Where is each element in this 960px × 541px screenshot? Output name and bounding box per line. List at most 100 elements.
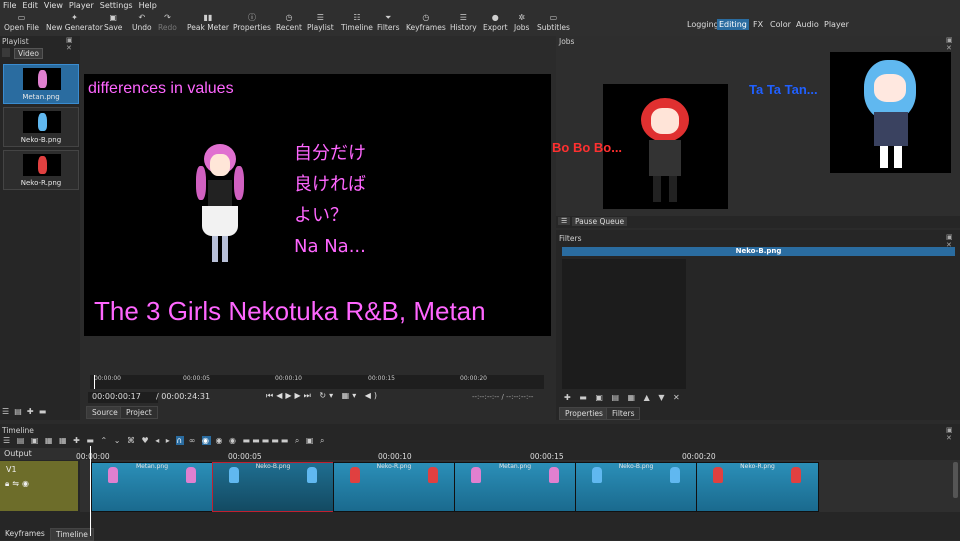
thumbnail (23, 154, 61, 176)
track-name: V1 (6, 465, 17, 474)
timeline-clip[interactable]: Metan.png (91, 462, 213, 512)
dock-buttons[interactable]: ▣ ✕ (946, 426, 960, 442)
jobs-menu-icon[interactable]: ☰ (558, 217, 571, 225)
save-icon: ▣ (109, 13, 117, 22)
subtitles-button[interactable]: ▭ Subtitles (537, 13, 570, 32)
bubble-left-text: Bo Bo Bo... (552, 140, 623, 155)
playlist-item-name: Neko-B.png (20, 136, 62, 144)
jp-line: Na Na... (294, 236, 366, 257)
menu-edit[interactable]: Edit (19, 0, 41, 11)
toolbar-label: Playlist (307, 23, 334, 32)
toolbar-label: Recent (276, 23, 302, 32)
dock-buttons[interactable]: ▣ ✕ (66, 36, 80, 52)
ruler-label: 00:00:00 (94, 375, 121, 382)
properties-button[interactable]: ⓘ Properties (233, 13, 271, 32)
workspace-player[interactable]: Player (822, 19, 851, 30)
tab-source[interactable]: Source (86, 406, 124, 419)
jp-line: 自分だけ (294, 143, 366, 164)
playlist-item[interactable]: Neko-R.png (3, 150, 79, 190)
subtitles-icon: ▭ (549, 13, 558, 22)
playlist-button[interactable]: ☰ Playlist (307, 13, 334, 32)
timeline-button[interactable]: ☷ Timeline (341, 13, 373, 32)
timeline-clip[interactable]: Neko-B.png (575, 462, 697, 512)
peak-meter-icon: ▮▮ (203, 13, 213, 22)
jobs-button[interactable]: ✲ Jobs (514, 13, 529, 32)
workspace-logging[interactable]: Logging (685, 19, 721, 30)
open-file-button[interactable]: ▭ Open File (4, 13, 39, 32)
toolbar-label: Filters (377, 23, 400, 32)
new-generator-icon: ✦ (71, 13, 78, 22)
filters-button[interactable]: ⏷ Filters (377, 13, 399, 32)
playlist-item-name: Metan.png (22, 93, 60, 101)
thumbnail (23, 68, 61, 90)
playhead[interactable] (94, 375, 95, 389)
transport-controls[interactable]: ⏮◀▶▶⏭ ↻▾ ▦▾ ◀) (266, 391, 380, 401)
menu-settings[interactable]: Settings (97, 0, 136, 11)
menu-help[interactable]: Help (136, 0, 160, 11)
menu-file[interactable]: File (0, 0, 19, 11)
playlist-item[interactable]: Metan.png (3, 64, 79, 104)
playlist-item-name: Neko-R.png (20, 179, 62, 187)
ruler-label: 00:00:15 (368, 375, 395, 382)
workspace-audio[interactable]: Audio (794, 19, 821, 30)
track-header-v1[interactable]: V1 🔒︎⇋◉ (0, 461, 78, 511)
redo-button[interactable]: ↷ Redo (158, 13, 177, 32)
properties-icon: ⓘ (247, 13, 256, 22)
export-icon: ● (491, 13, 499, 22)
output-label: Output (0, 448, 82, 460)
ruler-label: 00:00:20 (460, 375, 487, 382)
playlist-action-icons[interactable]: ☰ ▤ ✚ ▬ (2, 407, 46, 416)
pause-queue-button[interactable]: Pause Queue (572, 217, 628, 226)
playlist-item[interactable]: Neko-B.png (3, 107, 79, 147)
duration-value: 00:00:24:31 (161, 392, 211, 401)
filter-action-icons[interactable]: ✚ ▬ ▣ ▤ ▦ ▲ ▼ ✕ (564, 393, 683, 402)
track-control-icons[interactable]: 🔒︎⇋◉ (5, 479, 32, 489)
history-button[interactable]: ☰ History (450, 13, 477, 32)
tab-project[interactable]: Project (120, 406, 158, 419)
jp-line: よい？ (294, 205, 348, 226)
workspace-editing[interactable]: Editing (717, 19, 749, 30)
jp-line: 良ければ (294, 174, 366, 195)
dock-buttons[interactable]: ▣ ✕ (946, 36, 960, 52)
tab-filters[interactable]: Filters (606, 407, 641, 420)
menu-player[interactable]: Player (66, 0, 97, 11)
tab-timeline[interactable]: Timeline (50, 528, 94, 541)
undo-button[interactable]: ↶ Undo (132, 13, 152, 32)
save-button[interactable]: ▣ Save (104, 13, 122, 32)
viewer-ruler[interactable]: 00:00:00 00:00:05 00:00:10 00:00:15 00:0… (90, 375, 544, 389)
export-button[interactable]: ● Export (483, 13, 508, 32)
open-file-icon: ▭ (17, 13, 26, 22)
peak-meter-button[interactable]: ▮▮ Peak Meter (187, 13, 229, 32)
timeline-ruler[interactable] (80, 448, 960, 460)
timeline-clip[interactable]: Neko-R.png (696, 462, 819, 512)
tab-properties[interactable]: Properties (559, 407, 609, 420)
filter-list[interactable] (562, 259, 686, 389)
workspace-fx[interactable]: FX (751, 19, 765, 30)
tab-keyframes[interactable]: Keyframes (0, 528, 50, 539)
redo-icon: ↷ (164, 13, 171, 22)
toolbar-label: Timeline (341, 23, 373, 32)
timeline-clip[interactable]: Metan.png (454, 462, 576, 512)
keyframes-button[interactable]: ◷ Keyframes (406, 13, 446, 32)
vertical-scrollbar[interactable] (953, 462, 958, 498)
timeline-clip-selected[interactable]: Neko-B.png (212, 462, 334, 512)
toolbar-label: Properties (233, 23, 271, 32)
video-frame: differences in values 自分だけ 良ければ よい？ Na N… (84, 74, 551, 336)
menu-view[interactable]: View (41, 0, 66, 11)
timeline-playhead[interactable] (90, 446, 91, 536)
timeline-toolbar[interactable]: ☰ ▤ ▣ ▦ ▦ ✚ ▬ ⌃ ⌄ ⌘ ♥ ◂ ▸ ∩ ∞ ◉ ◉ ◉ ▬▬▬▬… (3, 436, 326, 446)
timeline-clip[interactable]: Neko-R.png (333, 462, 455, 512)
workspace-color[interactable]: Color (768, 19, 793, 30)
playlist-filter-combo[interactable]: Video (14, 48, 44, 59)
thumbnail (23, 111, 61, 133)
toolbar-label: Redo (158, 23, 177, 32)
playlist-menu-icon[interactable] (2, 48, 10, 57)
toolbar-label: Open File (4, 23, 39, 32)
new-generator-button[interactable]: ✦ New Generator (46, 13, 103, 32)
in-out-points: --:--:--:-- / --:--:--:-- (472, 393, 534, 401)
jobs-panel: Jobs ▣ ✕ Bo Bo Bo... Ta Ta Tan... (552, 36, 960, 228)
bubble-right-text: Ta Ta Tan... (749, 82, 818, 97)
overlay-top-text: differences in values (88, 80, 234, 97)
recent-button[interactable]: ◷ Recent (276, 13, 302, 32)
timecode-field[interactable]: 00:00:00:17 (88, 392, 158, 403)
